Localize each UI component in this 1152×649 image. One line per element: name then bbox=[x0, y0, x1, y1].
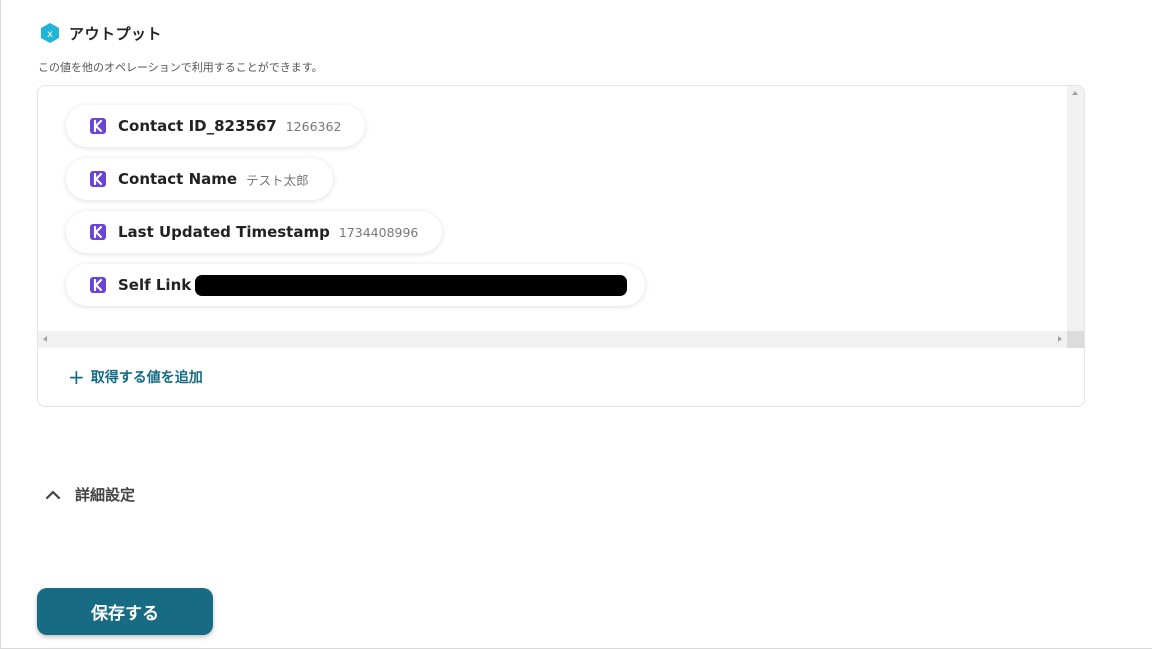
app-k-icon bbox=[90, 224, 106, 240]
add-value-label: 取得する値を追加 bbox=[90, 370, 203, 386]
scroll-left-arrow-icon[interactable] bbox=[43, 336, 47, 342]
advanced-settings-label: 詳細設定 bbox=[75, 486, 136, 504]
output-item-last-updated[interactable]: Last Updated Timestamp 1734408996 bbox=[66, 211, 443, 253]
save-button[interactable]: 保存する bbox=[37, 588, 213, 635]
output-list-box: Contact ID_823567 1266362 Contact Name テ… bbox=[37, 85, 1085, 407]
output-item-value: 1734408996 bbox=[338, 224, 419, 240]
output-item-label: Contact ID_823567 bbox=[118, 117, 277, 135]
output-item-contact-id[interactable]: Contact ID_823567 1266362 bbox=[66, 105, 366, 147]
output-section-header: x アウトプット bbox=[39, 22, 162, 44]
redacted-value bbox=[195, 274, 628, 296]
chevron-up-icon bbox=[45, 490, 61, 499]
output-item-label: Last Updated Timestamp bbox=[118, 223, 330, 241]
plus-icon: + bbox=[68, 365, 85, 389]
output-item-value: テスト太郎 bbox=[246, 172, 309, 188]
scrollbar-corner bbox=[1067, 331, 1084, 348]
output-item-value: 1266362 bbox=[285, 118, 342, 134]
scroll-right-arrow-icon[interactable] bbox=[1058, 336, 1062, 342]
output-item-label: Self Link bbox=[118, 276, 192, 294]
advanced-settings-toggle[interactable]: 詳細設定 bbox=[45, 484, 135, 505]
vertical-scrollbar[interactable] bbox=[1067, 86, 1084, 348]
output-section-title: アウトプット bbox=[69, 24, 163, 43]
output-item-contact-name[interactable]: Contact Name テスト太郎 bbox=[66, 158, 333, 200]
app-k-icon bbox=[90, 277, 106, 293]
output-section-description: この値を他のオペレーションで利用することができます。 bbox=[38, 61, 323, 74]
output-item-label: Contact Name bbox=[118, 170, 238, 188]
output-item-self-link[interactable]: Self Link bbox=[66, 264, 646, 306]
output-scroll-area: Contact ID_823567 1266362 Contact Name テ… bbox=[38, 86, 1084, 348]
app-k-icon bbox=[90, 118, 106, 134]
add-value-link[interactable]: + 取得する値を追加 bbox=[68, 367, 203, 387]
scroll-up-arrow-icon[interactable] bbox=[1072, 91, 1078, 95]
svg-text:x: x bbox=[47, 29, 53, 40]
app-k-icon bbox=[90, 171, 106, 187]
output-hex-icon: x bbox=[41, 23, 59, 43]
vertical-scroll-thumb[interactable] bbox=[1069, 103, 1082, 326]
horizontal-scrollbar[interactable] bbox=[38, 331, 1067, 348]
